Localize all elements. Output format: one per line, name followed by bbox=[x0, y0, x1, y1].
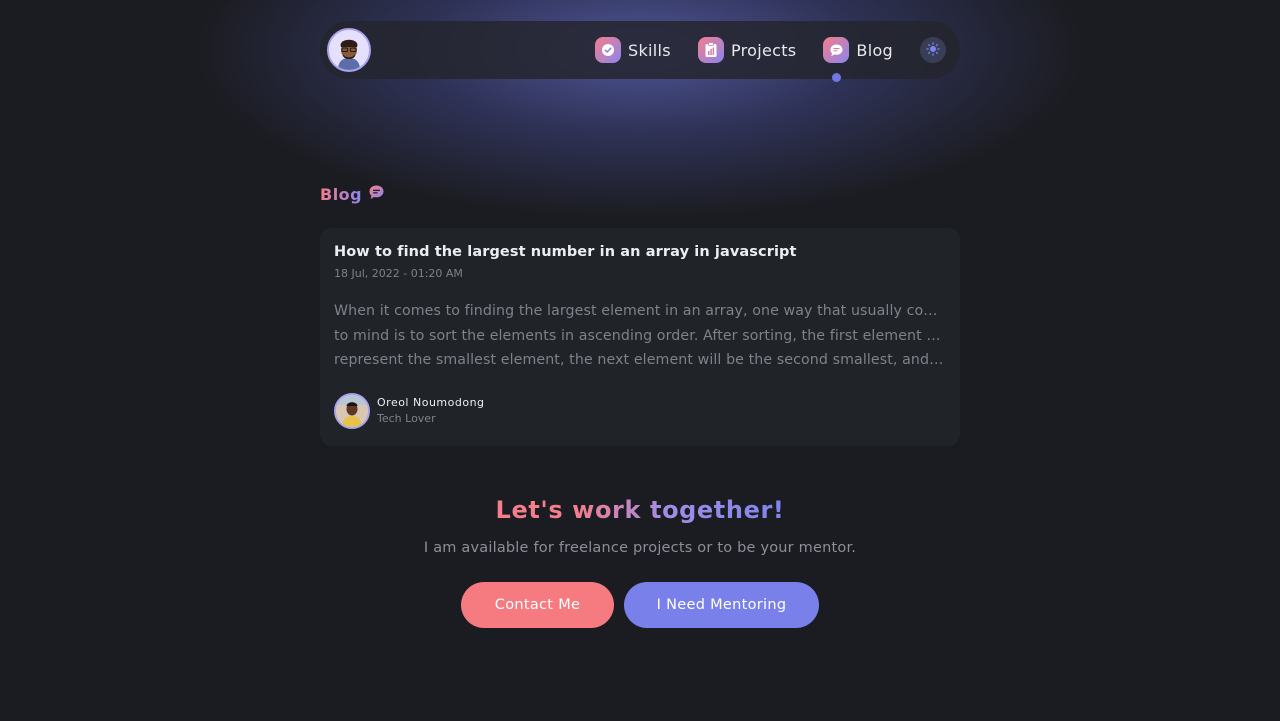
nav-item-skills[interactable]: Skills bbox=[595, 37, 671, 63]
sun-icon bbox=[926, 41, 940, 60]
author-info: Oreol Noumodong Tech Lover bbox=[377, 396, 485, 425]
badge-check-icon bbox=[595, 37, 622, 63]
mentoring-button[interactable]: I Need Mentoring bbox=[624, 582, 819, 628]
post-title[interactable]: How to find the largest number in an arr… bbox=[334, 244, 946, 260]
post-excerpt-line: to mind is to sort the elements in ascen… bbox=[334, 327, 946, 344]
profile-avatar[interactable] bbox=[327, 28, 371, 72]
author-photo-icon bbox=[336, 394, 368, 427]
contact-me-button[interactable]: Contact Me bbox=[461, 582, 614, 628]
clipboard-chart-icon bbox=[697, 37, 724, 63]
author-avatar bbox=[334, 392, 370, 429]
post-excerpt: When it comes to finding the largest ele… bbox=[334, 299, 946, 373]
nav-item-label: Skills bbox=[628, 40, 671, 60]
navbar: Skills Projects Blog bbox=[320, 21, 960, 82]
cta-title-text: Let's work together! bbox=[495, 496, 785, 524]
chat-bubble-icon bbox=[368, 184, 385, 205]
blog-post-card[interactable]: How to find the largest number in an arr… bbox=[320, 228, 960, 446]
nav-item-projects[interactable]: Projects bbox=[697, 37, 797, 63]
author-role: Tech Lover bbox=[377, 412, 436, 425]
nav-links: Skills Projects Blog bbox=[595, 37, 946, 82]
nav-item-label: Blog bbox=[856, 40, 893, 60]
nav-item-label: Projects bbox=[730, 40, 797, 60]
cta-title: Let's work together! bbox=[0, 496, 1280, 524]
author-name: Oreol Noumodong bbox=[377, 396, 485, 409]
chat-bubble-icon bbox=[823, 37, 850, 63]
post-excerpt-line: represent the smallest element, the next… bbox=[334, 352, 946, 368]
post-excerpt-line: When it comes to finding the largest ele… bbox=[334, 303, 946, 319]
cta-subtitle: I am available for freelance projects or… bbox=[423, 540, 857, 556]
post-author: Oreol Noumodong Tech Lover bbox=[334, 392, 946, 429]
post-date: 18 Jul, 2022 - 01:20 AM bbox=[334, 267, 463, 280]
section-title: Blog bbox=[320, 184, 385, 205]
section-title-text: Blog bbox=[320, 185, 363, 204]
nav-item-blog[interactable]: Blog bbox=[823, 37, 893, 82]
avatar-illustration-icon bbox=[329, 30, 369, 70]
active-indicator bbox=[832, 73, 842, 82]
theme-toggle-button[interactable] bbox=[920, 37, 946, 63]
